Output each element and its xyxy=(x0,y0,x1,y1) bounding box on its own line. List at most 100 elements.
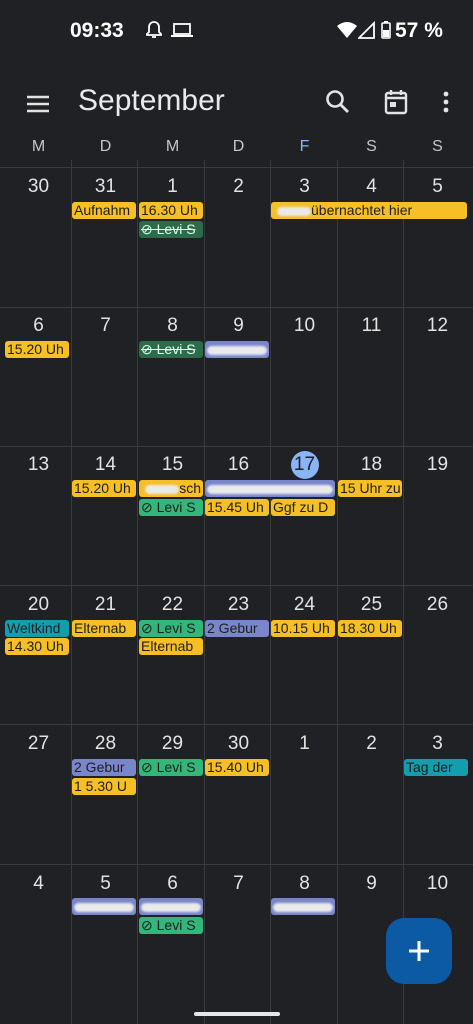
day-cell[interactable]: 30 xyxy=(5,176,72,198)
gesture-nav-handle[interactable] xyxy=(194,1012,280,1016)
event-chip[interactable]: 18.30 Uh xyxy=(338,620,402,637)
day-cell[interactable]: 21 xyxy=(72,594,139,616)
today-badge: 17 xyxy=(290,451,319,479)
event-chip[interactable] xyxy=(205,480,335,497)
grid-line xyxy=(0,724,473,725)
task-chip[interactable]: ⊘ Levi S xyxy=(139,620,203,637)
day-cell[interactable]: 16 xyxy=(205,454,272,476)
day-cell[interactable]: 4 xyxy=(5,873,72,895)
day-cell[interactable]: 26 xyxy=(404,594,471,616)
day-cell[interactable]: 23 xyxy=(205,594,272,616)
redacted-text xyxy=(207,484,333,494)
day-cell[interactable]: 27 xyxy=(5,733,72,755)
event-chip[interactable]: Elternab xyxy=(72,620,136,637)
laptop-icon xyxy=(170,20,194,40)
day-cell[interactable]: 7 xyxy=(72,315,139,337)
day-cell[interactable]: 19 xyxy=(404,454,471,476)
event-chip[interactable]: Tag der xyxy=(404,759,468,776)
grid-line xyxy=(0,446,473,447)
day-cell[interactable]: 8 xyxy=(139,315,206,337)
day-cell[interactable]: 5 xyxy=(404,176,471,198)
more-vert-icon[interactable] xyxy=(432,86,460,118)
event-chip[interactable]: sch xyxy=(139,480,203,497)
day-cell[interactable]: 1 xyxy=(139,176,206,198)
day-cell[interactable]: 11 xyxy=(338,315,405,337)
grid-line xyxy=(0,864,473,865)
event-chip[interactable]: 1 5.30 U xyxy=(72,778,136,795)
plus-icon xyxy=(409,941,429,961)
weekday-sat: S xyxy=(366,138,377,155)
day-cell[interactable]: 22 xyxy=(139,594,206,616)
bell-icon xyxy=(145,20,165,40)
day-cell[interactable]: 2 xyxy=(205,176,272,198)
event-chip[interactable] xyxy=(271,898,335,915)
day-cell[interactable]: 7 xyxy=(205,873,272,895)
day-cell[interactable]: 1 xyxy=(271,733,338,755)
event-chip[interactable] xyxy=(72,898,136,915)
day-cell[interactable]: 18 xyxy=(338,454,405,476)
weekday-tue: D xyxy=(99,138,112,155)
event-chip[interactable]: 16.30 Uh xyxy=(139,202,203,219)
day-cell[interactable]: 3 xyxy=(404,733,471,755)
day-cell[interactable]: 12 xyxy=(404,315,471,337)
day-cell[interactable]: 2 xyxy=(338,733,405,755)
day-cell[interactable]: 5 xyxy=(72,873,139,895)
day-cell[interactable]: 20 xyxy=(5,594,72,616)
event-chip[interactable] xyxy=(139,898,203,915)
today-calendar-icon[interactable] xyxy=(380,86,412,118)
event-chip[interactable]: Ggf zu D xyxy=(271,499,335,516)
menu-icon[interactable] xyxy=(22,88,54,120)
event-chip[interactable]: 15.45 Uh xyxy=(205,499,269,516)
task-chip[interactable]: ⊘ Levi S xyxy=(139,341,203,358)
grid-line xyxy=(0,167,473,168)
day-cell[interactable]: 6 xyxy=(5,315,72,337)
event-chip[interactable]: 2 Gebur xyxy=(72,759,136,776)
weekday-wed: M xyxy=(165,138,180,155)
battery-icon xyxy=(380,20,392,40)
day-cell-today[interactable]: 17 xyxy=(271,451,338,479)
day-cell[interactable]: 29 xyxy=(139,733,206,755)
day-cell[interactable]: 10 xyxy=(271,315,338,337)
day-cell[interactable]: 9 xyxy=(205,315,272,337)
event-chip[interactable]: 14.30 Uh xyxy=(5,638,69,655)
event-chip[interactable]: 2 Gebur xyxy=(205,620,269,637)
day-cell[interactable]: 4 xyxy=(338,176,405,198)
day-cell[interactable]: 30 xyxy=(205,733,272,755)
event-chip[interactable]: 15.20 Uh xyxy=(5,341,69,358)
event-chip[interactable]: Aufnahm xyxy=(72,202,136,219)
event-chip[interactable]: übernachtet hier xyxy=(271,202,467,219)
day-cell[interactable]: 15 xyxy=(139,454,206,476)
weekday-thu: D xyxy=(232,138,245,155)
grid-line xyxy=(0,307,473,308)
day-cell[interactable]: 10 xyxy=(404,873,471,895)
create-event-button[interactable] xyxy=(386,918,452,984)
day-cell[interactable]: 31 xyxy=(72,176,139,198)
search-icon[interactable] xyxy=(322,86,354,118)
redacted-text xyxy=(207,345,267,355)
day-cell[interactable]: 14 xyxy=(72,454,139,476)
event-chip[interactable]: Weltkind xyxy=(5,620,69,637)
task-chip[interactable]: ⊘ Levi S xyxy=(139,759,203,776)
day-cell[interactable]: 24 xyxy=(271,594,338,616)
day-cell[interactable]: 6 xyxy=(139,873,206,895)
day-cell[interactable]: 28 xyxy=(72,733,139,755)
task-chip[interactable]: ⊘ Levi S xyxy=(139,221,203,238)
month-title[interactable]: September xyxy=(78,84,225,118)
event-chip[interactable]: Elternab xyxy=(139,638,203,655)
battery-level: 57 % xyxy=(395,19,443,42)
task-chip[interactable]: ⊘ Levi S xyxy=(139,917,203,934)
day-cell[interactable]: 8 xyxy=(271,873,338,895)
day-cell[interactable]: 25 xyxy=(338,594,405,616)
event-chip[interactable] xyxy=(205,341,269,358)
event-chip[interactable]: 15.20 Uh xyxy=(72,480,136,497)
weekday-sun: S xyxy=(432,138,443,155)
day-cell[interactable]: 13 xyxy=(5,454,72,476)
event-chip[interactable]: 15.40 Uh xyxy=(205,759,269,776)
day-cell[interactable]: 3 xyxy=(271,176,338,198)
redacted-name xyxy=(277,206,311,216)
task-chip[interactable]: ⊘ Levi S xyxy=(139,499,203,516)
day-cell[interactable]: 9 xyxy=(338,873,405,895)
event-chip[interactable]: 15 Uhr zu xyxy=(338,480,402,497)
event-chip[interactable]: 10.15 Uh xyxy=(271,620,335,637)
weekday-fri: F xyxy=(299,138,310,155)
